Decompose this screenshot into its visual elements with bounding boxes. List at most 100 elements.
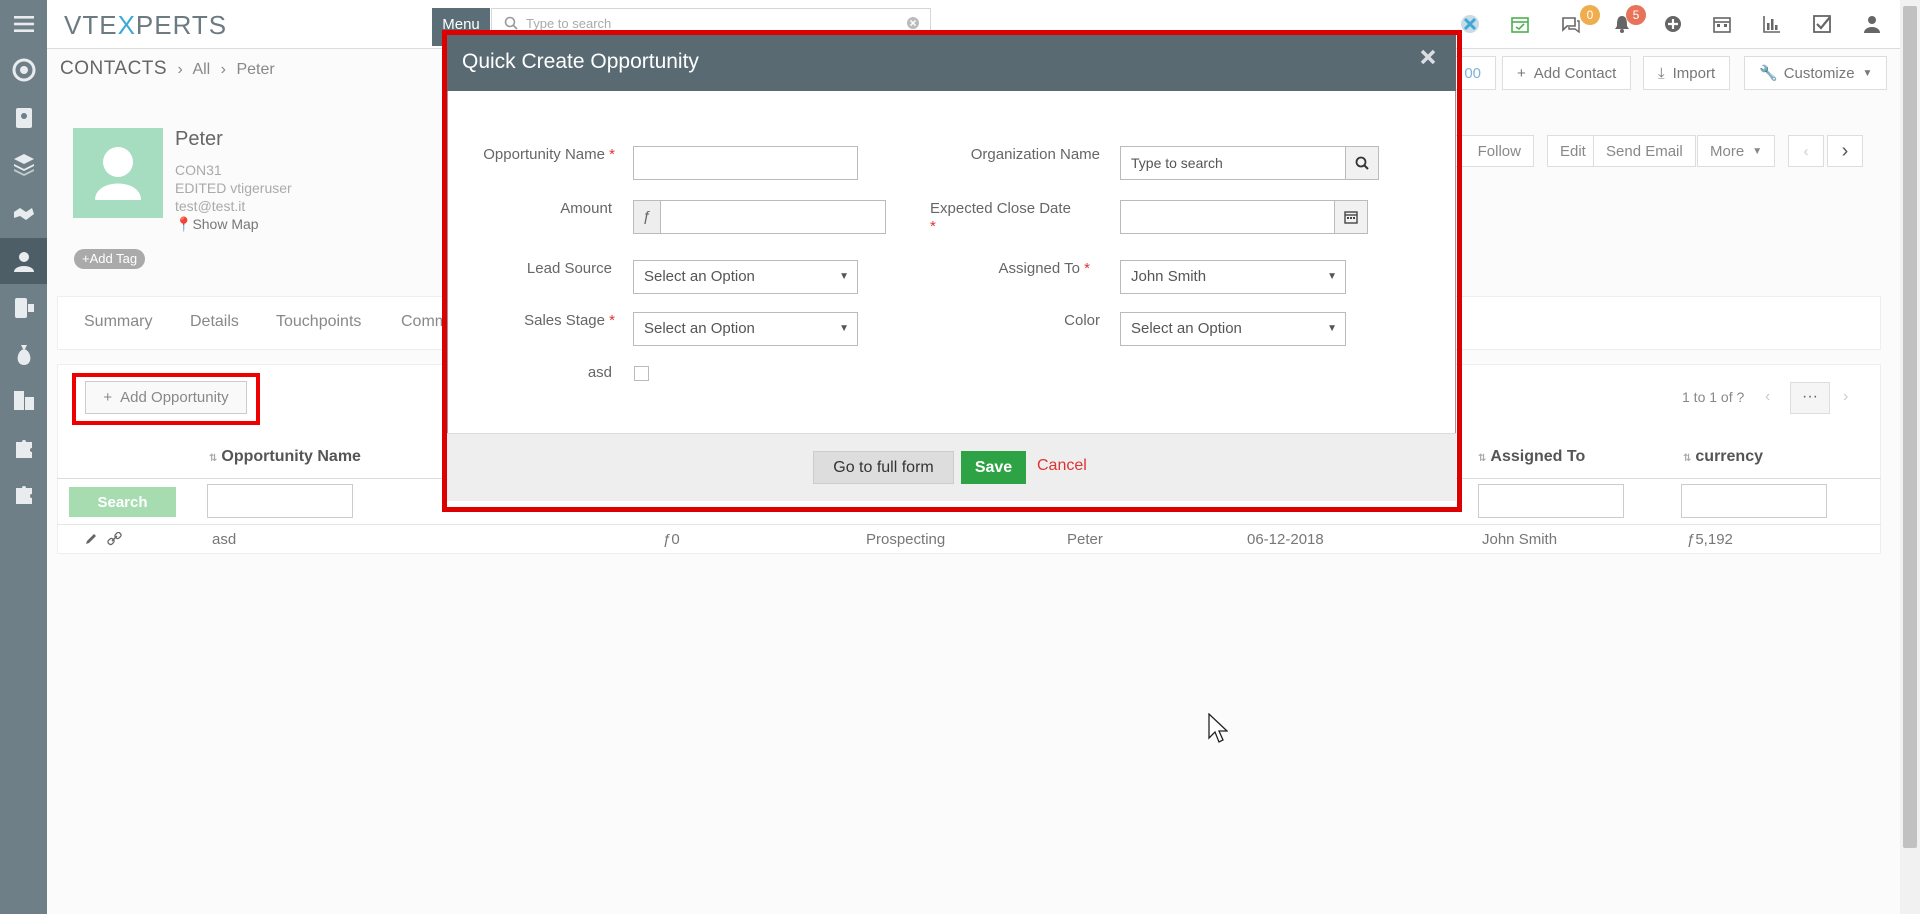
contact-edited-by: EDITED vtigeruser bbox=[175, 180, 292, 196]
pager-next-icon[interactable]: › bbox=[1843, 388, 1848, 406]
mobile-icon[interactable] bbox=[0, 288, 47, 328]
edit-button[interactable]: Edit bbox=[1547, 135, 1599, 167]
lead-source-label: Lead Source bbox=[526, 260, 612, 277]
hamburger-menu-icon[interactable] bbox=[0, 4, 47, 44]
caret-down-icon: ▼ bbox=[1752, 145, 1763, 157]
layers-icon[interactable] bbox=[0, 144, 47, 184]
mouse-cursor-icon bbox=[1208, 712, 1229, 749]
next-record-button[interactable]: › bbox=[1827, 135, 1863, 167]
plus-icon: + bbox=[103, 389, 113, 406]
more-button[interactable]: More ▼ bbox=[1697, 135, 1776, 167]
asd-checkbox[interactable] bbox=[634, 366, 649, 381]
user-profile-icon[interactable] bbox=[1862, 14, 1884, 36]
import-button[interactable]: ⤓ Import bbox=[1643, 56, 1731, 90]
filter-opportunity-name-input[interactable] bbox=[207, 484, 353, 518]
plus-circle-icon[interactable] bbox=[1663, 14, 1685, 36]
logo[interactable]: VTEXPERTS bbox=[64, 10, 227, 41]
dashboard-icon[interactable] bbox=[0, 50, 47, 90]
building-icon[interactable] bbox=[0, 380, 47, 420]
send-email-button[interactable]: Send Email bbox=[1593, 135, 1696, 167]
breadcrumb-module[interactable]: CONTACTS bbox=[60, 58, 167, 79]
row-contact[interactable]: Peter bbox=[1067, 531, 1103, 548]
caret-down-icon: ▼ bbox=[839, 323, 849, 334]
unlink-row-icon[interactable] bbox=[107, 531, 123, 550]
row-amount: ƒ0 bbox=[663, 531, 680, 548]
assigned-to-select[interactable]: John Smith ▼ bbox=[1120, 260, 1346, 294]
puzzle-icon[interactable] bbox=[0, 428, 47, 468]
list-search-button[interactable]: Search bbox=[69, 487, 176, 517]
map-marker-icon: 📍 bbox=[175, 216, 193, 232]
color-select[interactable]: Select an Option ▼ bbox=[1120, 312, 1346, 346]
modal-title: Quick Create Opportunity bbox=[462, 50, 699, 73]
previous-record-button[interactable]: ‹ bbox=[1788, 135, 1824, 167]
add-tag-button[interactable]: +Add Tag bbox=[74, 249, 146, 269]
edit-row-pencil-icon[interactable] bbox=[84, 532, 98, 550]
expected-close-date-label: Expected Close Date * bbox=[930, 200, 1071, 235]
pagination-info: 1 to 1 of ? bbox=[1682, 389, 1745, 405]
asd-label: asd bbox=[587, 364, 612, 381]
chevron-right-icon: › bbox=[177, 61, 183, 78]
filter-assigned-to-input[interactable] bbox=[1478, 484, 1624, 518]
lead-source-select[interactable]: Select an Option ▼ bbox=[633, 260, 858, 294]
row-assigned-to: John Smith bbox=[1482, 531, 1558, 548]
money-bag-icon[interactable] bbox=[0, 335, 47, 375]
row-close-date: 06-12-2018 bbox=[1247, 531, 1324, 548]
puzzle-icon-2[interactable] bbox=[0, 474, 47, 514]
row-currency: ƒ5,192 bbox=[1687, 531, 1733, 548]
sales-stage-label: Sales Stage * bbox=[524, 312, 615, 329]
customize-button[interactable]: 🔧 Customize ▼ bbox=[1744, 56, 1888, 90]
search-icon bbox=[1355, 156, 1369, 170]
page-scrollbar-thumb[interactable] bbox=[1903, 6, 1917, 848]
column-opportunity-name[interactable]: ⇅ Opportunity Name bbox=[209, 448, 361, 466]
sales-stage-select[interactable]: Select an Option ▼ bbox=[633, 312, 858, 346]
row-sales-stage: Prospecting bbox=[866, 531, 946, 548]
tab-touchpoints[interactable]: Touchpoints bbox=[276, 313, 361, 331]
download-icon: ⤓ bbox=[1658, 64, 1665, 82]
currency-symbol-addon: ƒ bbox=[633, 200, 661, 234]
calendar-picker-button[interactable] bbox=[1334, 200, 1368, 234]
pager-more-button[interactable]: ··· bbox=[1790, 382, 1830, 414]
add-contact-button[interactable]: + Add Contact bbox=[1502, 56, 1632, 90]
contacts-person-icon[interactable] bbox=[0, 238, 47, 284]
bar-chart-icon[interactable] bbox=[1762, 14, 1784, 36]
filter-currency-input[interactable] bbox=[1681, 484, 1827, 518]
contact-email[interactable]: test@test.it bbox=[175, 198, 245, 214]
expected-close-date-input[interactable] bbox=[1120, 200, 1335, 234]
sort-icon: ⇅ bbox=[209, 453, 218, 464]
organization-search-button[interactable] bbox=[1345, 146, 1379, 180]
column-currency[interactable]: ⇅ currency bbox=[1683, 448, 1763, 466]
opportunity-name-input[interactable] bbox=[633, 146, 858, 180]
breadcrumb: CONTACTS › All › Peter bbox=[60, 58, 275, 80]
go-to-full-form-button[interactable]: Go to full form bbox=[813, 451, 954, 484]
follow-button[interactable]: Follow bbox=[1452, 135, 1534, 167]
amount-input[interactable] bbox=[660, 200, 886, 234]
task-check-icon[interactable] bbox=[1812, 14, 1834, 36]
organization-name-label: Organization Name bbox=[970, 146, 1100, 163]
sort-icon: ⇅ bbox=[1478, 453, 1487, 464]
column-assigned-to[interactable]: ⇅ Assigned To bbox=[1478, 448, 1585, 466]
handshake-icon[interactable] bbox=[0, 192, 47, 232]
contact-id: CON31 bbox=[175, 162, 222, 178]
sort-icon: ⇅ bbox=[1683, 453, 1692, 464]
cancel-link[interactable]: Cancel bbox=[1037, 457, 1087, 475]
required-marker: * bbox=[609, 146, 615, 163]
plus-icon: + bbox=[1517, 64, 1526, 82]
save-button[interactable]: Save bbox=[961, 451, 1026, 484]
organization-search-input[interactable]: Type to search bbox=[1120, 146, 1346, 180]
breadcrumb-record: Peter bbox=[236, 61, 275, 78]
assigned-to-label: Assigned To * bbox=[998, 260, 1090, 277]
calendar-icon[interactable] bbox=[1712, 14, 1734, 36]
calendar-check-icon[interactable] bbox=[1510, 14, 1532, 36]
close-icon[interactable] bbox=[1418, 47, 1440, 69]
caret-down-icon: ▼ bbox=[1327, 323, 1337, 334]
pager-prev-icon[interactable]: ‹ bbox=[1765, 388, 1770, 406]
show-map-link[interactable]: 📍Show Map bbox=[175, 216, 259, 233]
add-opportunity-button[interactable]: + Add Opportunity bbox=[85, 381, 247, 414]
tab-details[interactable]: Details bbox=[190, 313, 239, 331]
row-opportunity-name[interactable]: asd bbox=[212, 531, 236, 548]
breadcrumb-all[interactable]: All bbox=[192, 61, 210, 78]
tab-summary[interactable]: Summary bbox=[84, 313, 152, 331]
contacts-book-icon[interactable] bbox=[0, 98, 47, 138]
vtexperts-icon[interactable] bbox=[1460, 14, 1482, 36]
clear-search-icon[interactable] bbox=[906, 16, 920, 30]
